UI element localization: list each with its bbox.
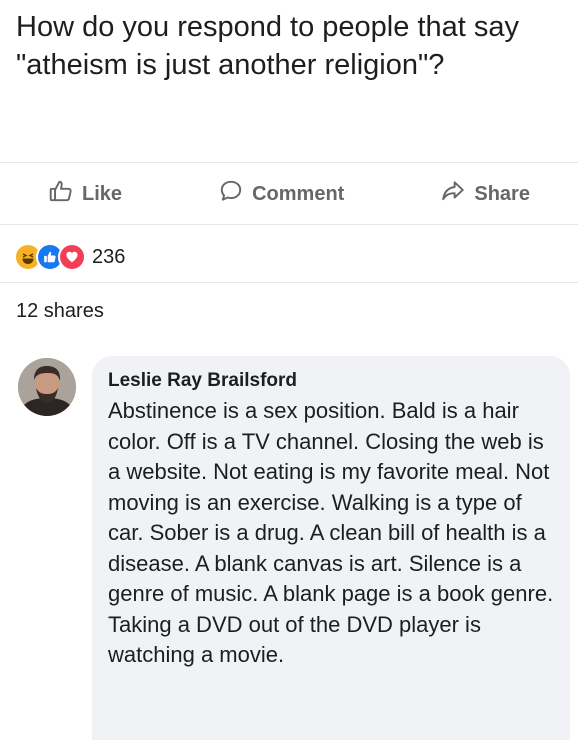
- thumbs-up-icon: [48, 178, 74, 210]
- divider-middle: [0, 224, 578, 225]
- action-bar: Like Comment Share: [0, 168, 578, 220]
- share-icon: [440, 178, 466, 210]
- reaction-icons: [14, 243, 86, 271]
- shares-count[interactable]: 12 shares: [16, 300, 104, 323]
- like-label: Like: [82, 182, 123, 205]
- comment-author[interactable]: Leslie Ray Brailsford: [108, 370, 297, 392]
- share-label: Share: [474, 182, 530, 205]
- reaction-count: 236: [92, 245, 126, 268]
- reactions-summary[interactable]: 236: [14, 240, 125, 274]
- like-button[interactable]: Like: [36, 178, 134, 210]
- comment-label: Comment: [252, 182, 345, 205]
- love-icon: [58, 243, 86, 271]
- divider-top: [0, 162, 578, 163]
- comment-button[interactable]: Comment: [206, 178, 356, 210]
- post-text: How do you respond to people that say "a…: [16, 11, 519, 81]
- avatar[interactable]: [18, 358, 76, 416]
- comment-icon: [218, 178, 244, 210]
- share-button[interactable]: Share: [428, 178, 542, 210]
- divider-bottom: [0, 282, 578, 283]
- comment-bubble: Leslie Ray Brailsford Abstinence is a se…: [92, 356, 570, 740]
- comment-text: Abstinence is a sex position. Bald is a …: [108, 398, 554, 667]
